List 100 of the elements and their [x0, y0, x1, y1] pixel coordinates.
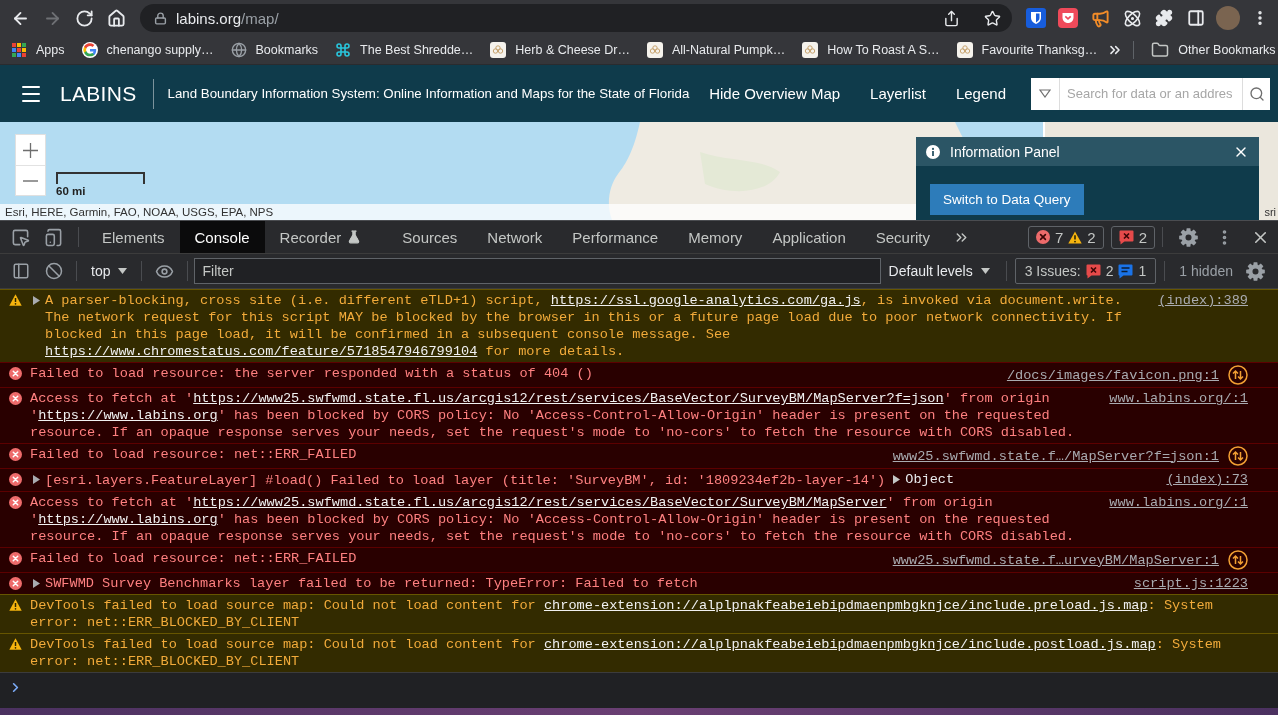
- caret-icon: [980, 268, 990, 274]
- share-icon[interactable]: [942, 9, 960, 27]
- side-panel-icon[interactable]: [1187, 9, 1205, 27]
- expand-triangle-icon[interactable]: [33, 296, 40, 305]
- message-bubble-icon: [1118, 263, 1134, 279]
- panel-left-icon[interactable]: [11, 262, 30, 280]
- device-icon[interactable]: [44, 227, 63, 247]
- error-icon: [8, 552, 22, 565]
- message-link[interactable]: chrome-extension://alplpnakfeabeiebipdmaenpmbgknjce/include.preload.js.map: [543, 598, 1148, 613]
- devtools-tab[interactable]: Application: [757, 221, 861, 253]
- folder-icon: [1151, 41, 1170, 59]
- bookmark[interactable]: Apps: [4, 38, 72, 62]
- atom-icon[interactable]: [1122, 8, 1142, 28]
- nav-link[interactable]: Hide Overview Map: [709, 85, 841, 102]
- source-link[interactable]: (index):73: [1166, 471, 1248, 488]
- flower-tile-icon: [646, 42, 663, 58]
- address-bar[interactable]: labins.org/map/: [140, 4, 1012, 32]
- home-icon[interactable]: [106, 8, 126, 28]
- bookmark-folder[interactable]: Other Bookmarks: [1144, 38, 1278, 62]
- bookmark[interactable]: All-Natural Pumpk…: [639, 38, 793, 62]
- shield-tile-icon[interactable]: [1026, 8, 1046, 28]
- source-link[interactable]: www25.swfwmd.state.f…/MapServer?f=json:1: [892, 447, 1219, 465]
- g-logo-icon: [81, 42, 98, 58]
- error-message: Failed to load resource: net::ERR_FAILED: [30, 551, 357, 566]
- source-link[interactable]: www.labins.org/:1: [1109, 390, 1248, 407]
- ban-icon[interactable]: [44, 262, 63, 280]
- source-link[interactable]: /docs/images/favicon.png:1: [1006, 366, 1219, 384]
- shield-tile-icon[interactable]: [1058, 8, 1078, 28]
- message-link[interactable]: https://www.labins.org: [38, 408, 218, 423]
- expand-triangle-icon[interactable]: [33, 475, 40, 484]
- error-icon: [8, 577, 22, 590]
- search-scope-dropdown[interactable]: [1031, 77, 1060, 110]
- site-logo: LABINS: [60, 81, 137, 106]
- puzzle-icon[interactable]: [1155, 9, 1173, 27]
- log-levels-dropdown[interactable]: Default levels: [880, 258, 998, 284]
- circled-arrows-icon[interactable]: [1228, 446, 1248, 466]
- source-link[interactable]: script.js:1223: [1133, 575, 1248, 592]
- minus-icon: [23, 179, 38, 182]
- error-icon: [8, 367, 22, 380]
- error-icon: [8, 448, 22, 461]
- object-preview[interactable]: Object: [893, 471, 955, 488]
- issues-counter[interactable]: 2: [1110, 225, 1155, 249]
- context-selector[interactable]: top: [83, 258, 136, 284]
- error-message: Access to fetch at 'https://www25.swfwmd.state.fl.us/arcgis12/rest/services/BaseVector/SurveyBM/MapServer?f=json' from origin 'https://www.labins.org' has been blocked by CORS policy: No 'Access-Control-Allow-Origin' header is present on the requested resource. If an opaque response serves your needs, set the request's mode to 'no-cors' to fetch the resource with CORS disabled.: [30, 391, 1075, 440]
- message-link[interactable]: chrome-extension://alplpnakfeabeiebipdmaenpmbgknjce/include.postload.js.map: [543, 637, 1156, 652]
- issues-button[interactable]: 3 Issues: 2 1: [1014, 258, 1157, 284]
- data-query-button[interactable]: Switch to Data Query: [930, 184, 1084, 215]
- hidden-count: 1 hidden: [1178, 263, 1234, 279]
- source-link[interactable]: www.labins.org/:1: [1109, 494, 1248, 511]
- warning-message: DevTools failed to load source map: Could not load content for chrome-extension://alplpnakfeabeiebipdmaenpmbgknjce/include.postload.js.map: System error: net::ERR_BLOCKED_BY_CLIENT: [30, 637, 1222, 669]
- caret-icon: [1039, 89, 1051, 98]
- error-warning-counter[interactable]: 7 2: [1027, 225, 1104, 249]
- devtools-tab[interactable]: Network: [472, 221, 558, 253]
- url-text: labins.org/map/: [176, 9, 279, 27]
- bookmark[interactable]: The Best Shredde…: [328, 38, 481, 62]
- circled-arrows-icon[interactable]: [1228, 365, 1248, 385]
- devtools-tab[interactable]: Security: [860, 221, 945, 253]
- message-link[interactable]: https://www.chromestatus.com/feature/5718547946799104: [45, 344, 478, 359]
- inspect-icon[interactable]: [11, 227, 30, 247]
- nav-link[interactable]: Legend: [955, 85, 1006, 102]
- devtools-tab[interactable]: Recorder: [264, 221, 388, 253]
- message-link[interactable]: https://www.labins.org: [38, 512, 218, 527]
- plus-icon: [23, 142, 38, 158]
- reload-icon[interactable]: [74, 8, 94, 28]
- star-icon[interactable]: [983, 9, 1001, 27]
- site-title: Land Boundary Information System: Online Information and Maps for the State of Florida: [167, 86, 690, 101]
- bookmark[interactable]: How To Roast A S…: [795, 38, 947, 62]
- devtools-tab[interactable]: Memory: [673, 221, 758, 253]
- search-field[interactable]: Search for data or an addres: [1060, 77, 1242, 110]
- nav-link[interactable]: Layerlist: [870, 85, 926, 102]
- bookmark[interactable]: Bookmarks: [223, 38, 326, 62]
- source-link[interactable]: (index):389: [1158, 292, 1248, 309]
- error-icon: [8, 392, 22, 405]
- devtools-tab[interactable]: Performance: [557, 221, 674, 253]
- bookmark[interactable]: chenango supply…: [74, 38, 221, 62]
- devtools-tab[interactable]: Elements: [87, 221, 180, 253]
- expand-triangle-icon: [893, 475, 901, 484]
- bookmark[interactable]: Favourite Thanksg…: [949, 38, 1105, 62]
- caret-icon: [118, 268, 128, 274]
- message-link[interactable]: https://ssl.google-analytics.com/ga.js: [550, 293, 861, 308]
- source-link[interactable]: www25.swfwmd.state.f…urveyBM/MapServer:1: [892, 551, 1219, 569]
- message-link[interactable]: https://www25.swfwmd.state.fl.us/arcgis12/rest/services/BaseVector/SurveyBM/MapServer: [193, 495, 887, 510]
- info-icon: [926, 144, 940, 159]
- expand-triangle-icon[interactable]: [33, 579, 40, 588]
- attribution-text: Esri, HERE, Garmin, FAO, NOAA, USGS, EPA, NPS: [5, 206, 274, 218]
- warning-message: DevTools failed to load source map: Could not load content for chrome-extension://alplpnakfeabeiebipdmaenpmbgknjce/include.preload.js.map: System error: net::ERR_BLOCKED_BY_CLIENT: [30, 598, 1213, 630]
- grid-icon: [11, 42, 27, 58]
- devtools-tab[interactable]: Console: [179, 221, 265, 253]
- settings-icon[interactable]: [1246, 261, 1265, 281]
- error-icon: [8, 473, 22, 486]
- message-link[interactable]: https://www25.swfwmd.state.fl.us/arcgis12/rest/services/BaseVector/SurveyBM/MapServer?f=json: [193, 391, 944, 406]
- settings-icon[interactable]: [1178, 227, 1198, 247]
- bookmark[interactable]: Herb & Cheese Dr…: [483, 38, 637, 62]
- search-button[interactable]: [1242, 77, 1270, 110]
- megaphone-icon[interactable]: [1090, 8, 1110, 28]
- devtools-tab[interactable]: Sources: [387, 221, 473, 253]
- flower-tile-icon: [956, 42, 973, 58]
- circled-arrows-icon[interactable]: [1228, 550, 1248, 570]
- error-message: SWFWMD Survey Benchmarks layer failed to be returned: TypeError: Failed to fetch: [45, 576, 698, 591]
- filter-field[interactable]: Filter: [194, 258, 881, 284]
